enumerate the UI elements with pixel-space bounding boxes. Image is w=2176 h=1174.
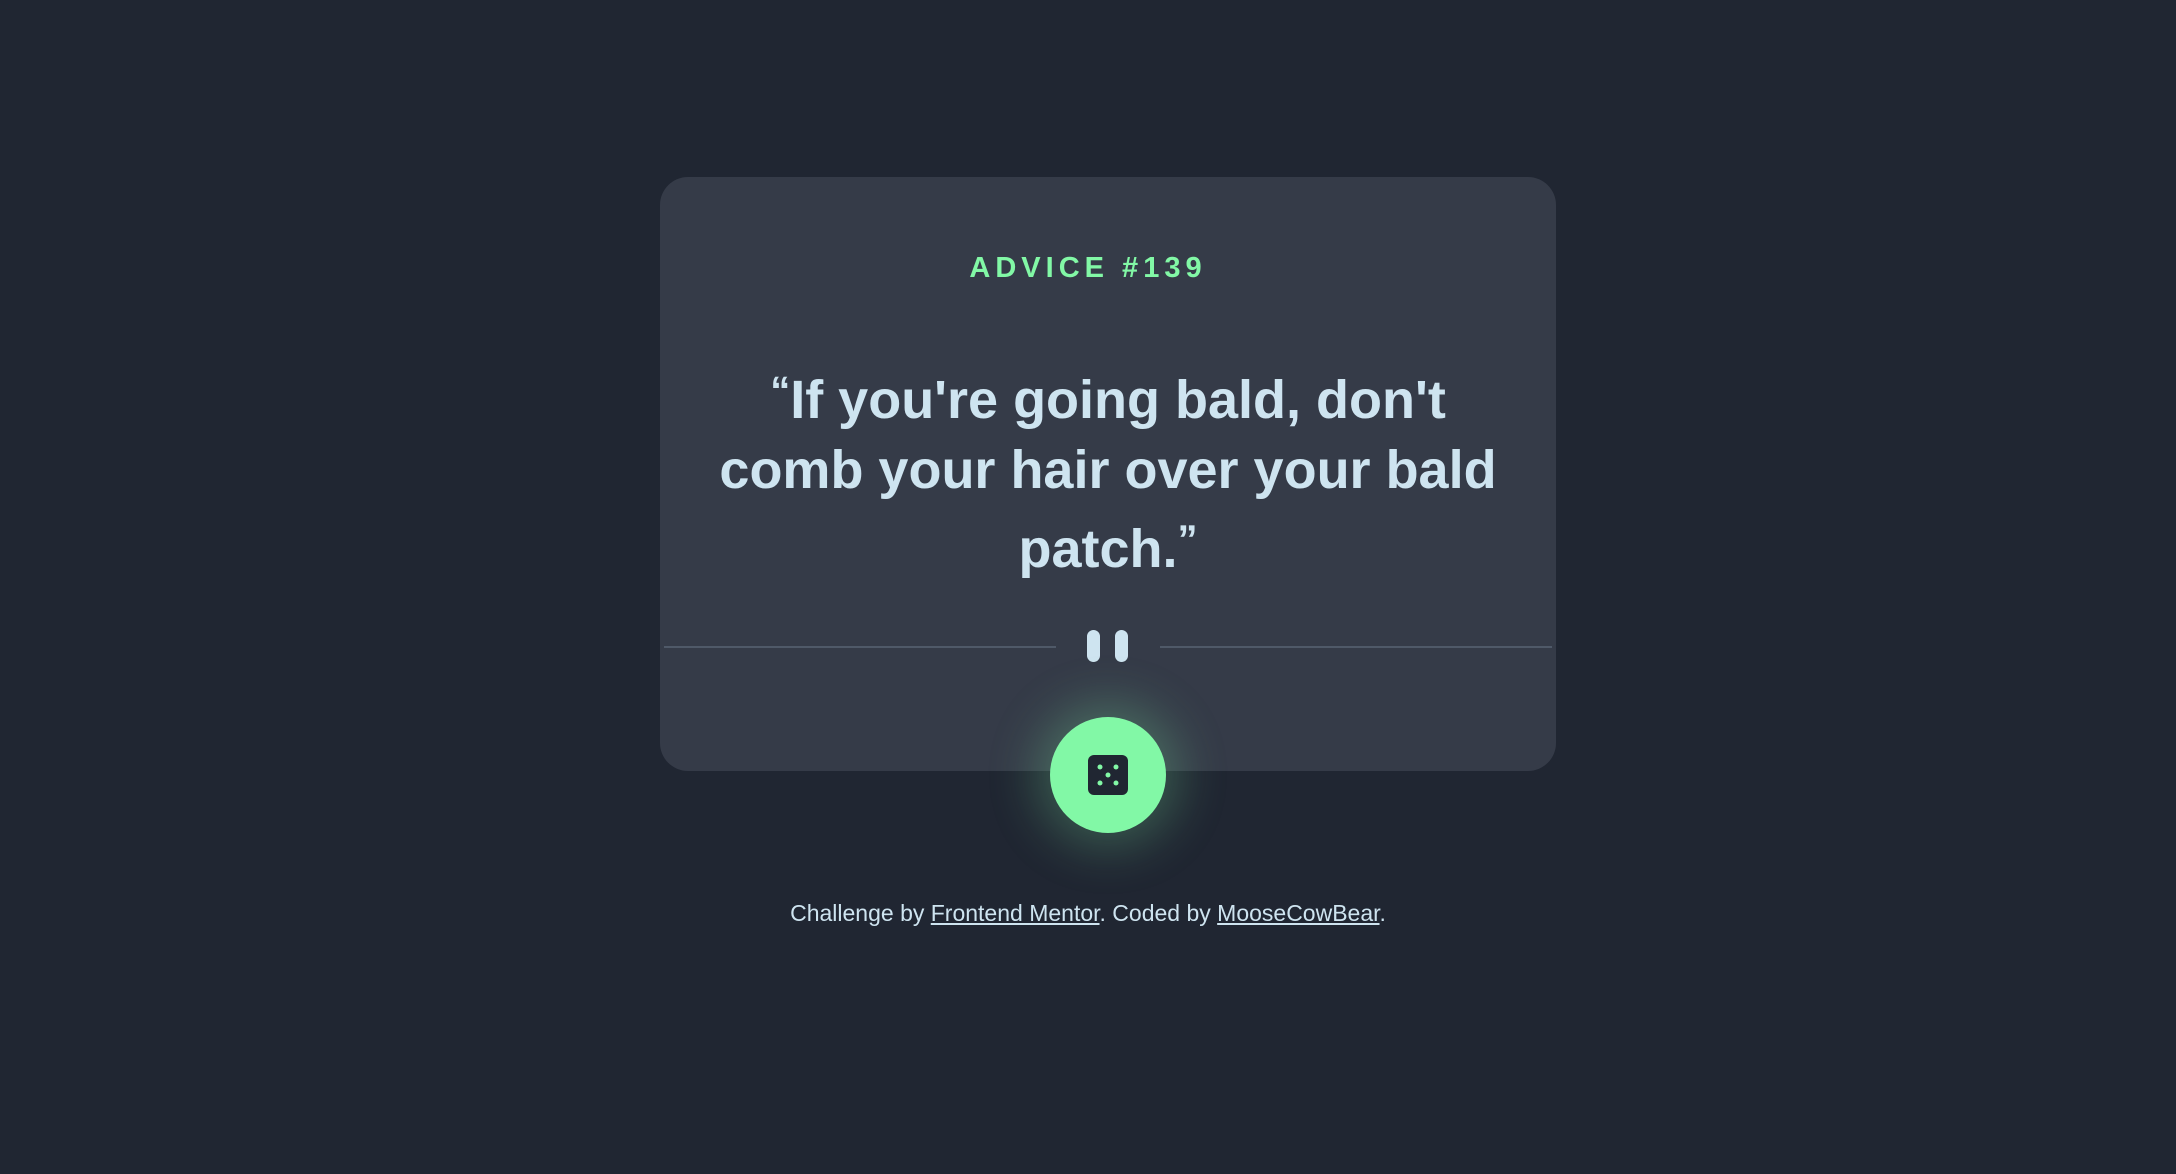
divider-line-right — [1160, 646, 1552, 648]
pause-bar-right — [1115, 630, 1128, 662]
footer-middle: . Coded by — [1099, 900, 1211, 926]
new-advice-button[interactable] — [1050, 717, 1166, 833]
advice-quote: “If you're going bald, don't comb your h… — [710, 356, 1506, 584]
advice-label: ADVICE — [969, 252, 1109, 284]
dice-icon — [1088, 755, 1128, 795]
footer-prefix: Challenge by — [790, 900, 925, 926]
advice-heading: ADVICE 139 — [0, 252, 2176, 285]
author-link[interactable]: MooseCowBear — [1217, 900, 1379, 926]
divider-line-left — [664, 646, 1056, 648]
close-quote-mark: ” — [1177, 518, 1198, 562]
frontend-mentor-link[interactable]: Frontend Mentor — [931, 900, 1100, 926]
pause-bar-left — [1087, 630, 1100, 662]
footer-suffix: . — [1379, 900, 1386, 926]
open-quote-mark: “ — [770, 369, 791, 413]
advice-number: 139 — [1122, 252, 1207, 284]
advice-text: If you're going bald, don't comb your ha… — [719, 370, 1497, 579]
attribution-footer: Challenge by Frontend Mentor. Coded by M… — [0, 900, 2176, 927]
